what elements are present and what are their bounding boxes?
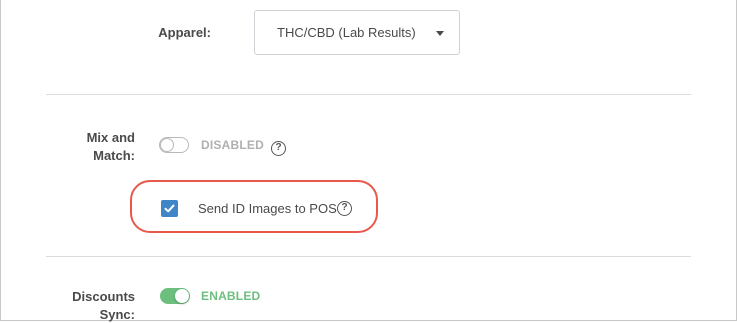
mix-and-match-label-line1: Mix and	[86, 130, 135, 145]
discounts-sync-label: Discounts Sync:	[61, 288, 135, 323]
toggle-knob	[175, 289, 189, 303]
apparel-select[interactable]: THC/CBD (Lab Results)	[254, 10, 460, 55]
send-id-images-label: Send ID Images to POS	[198, 201, 337, 216]
discounts-sync-status: ENABLED	[201, 289, 261, 303]
mix-and-match-label: Mix and Match:	[71, 129, 135, 164]
mix-and-match-status: DISABLED	[201, 138, 264, 152]
discounts-sync-label-line1: Discounts	[72, 289, 135, 304]
checkmark-icon	[164, 204, 175, 213]
apparel-select-value: THC/CBD (Lab Results)	[277, 25, 416, 40]
discounts-sync-label-line2: Sync:	[99, 307, 135, 322]
apparel-label: Apparel:	[158, 25, 211, 40]
discounts-sync-toggle[interactable]	[160, 288, 190, 304]
settings-panel: Apparel: THC/CBD (Lab Results) Mix and M…	[0, 0, 737, 323]
help-icon[interactable]: ?	[271, 141, 286, 156]
mix-and-match-label-line2: Match:	[93, 148, 135, 163]
mix-and-match-toggle[interactable]	[159, 137, 189, 153]
send-id-images-checkbox[interactable]	[161, 200, 178, 217]
help-icon[interactable]: ?	[337, 201, 352, 216]
divider	[46, 94, 691, 95]
divider	[46, 256, 691, 257]
chevron-down-icon	[436, 31, 444, 36]
toggle-knob	[160, 138, 174, 152]
